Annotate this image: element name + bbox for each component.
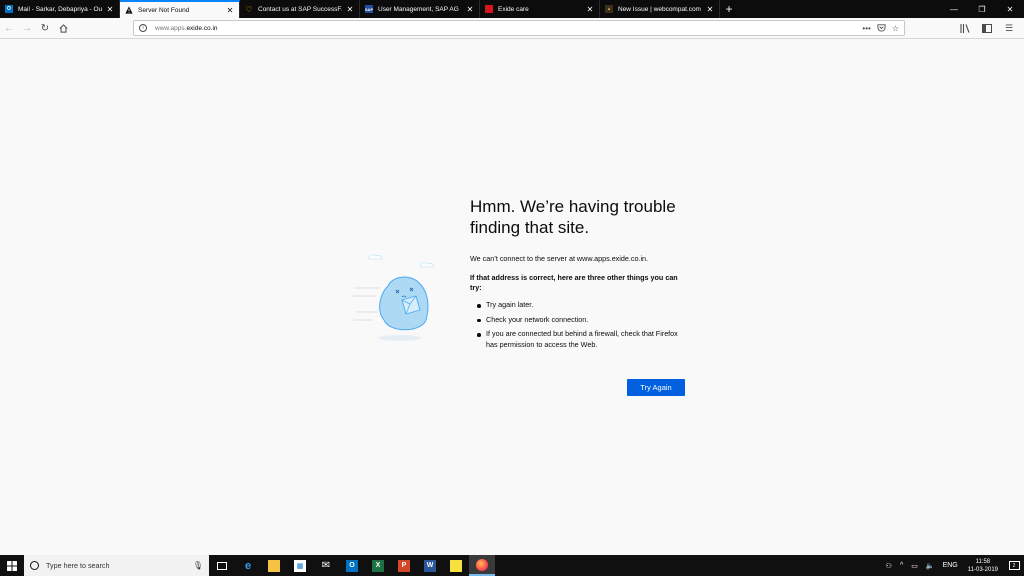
home-icon[interactable] <box>54 19 72 37</box>
info-icon[interactable]: i <box>139 24 147 32</box>
word-icon[interactable]: W <box>417 555 443 576</box>
taskbar-search-box[interactable]: Type here to search 🎙 <box>24 555 209 576</box>
mail-icon[interactable]: ✉ <box>313 555 339 576</box>
sap-heart-icon: ♡ <box>245 4 253 14</box>
back-arrow-icon[interactable]: ← <box>0 19 18 37</box>
windows-taskbar: Type here to search 🎙 e ▦ ✉ O X P W ⚇ ^ … <box>0 555 1024 576</box>
tab-strip: O Mail - Sarkar, Debapriya - Outlook ✕ S… <box>0 0 1024 18</box>
system-tray: ⚇ ^ ▭ 🔈 ENG 11:58 11-03-2019 2 <box>882 555 1024 576</box>
search-placeholder: Type here to search <box>46 561 110 570</box>
url-host: exide.co.in <box>186 24 218 32</box>
tab-webcompat[interactable]: ▴ New Issue | webcompat.com ✕ <box>600 0 720 18</box>
notification-count: 2 <box>1008 561 1020 570</box>
file-explorer-icon[interactable] <box>261 555 287 576</box>
window-controls: — ❐ ✕ <box>940 0 1024 18</box>
exide-icon <box>485 5 493 13</box>
hamburger-menu-icon[interactable]: ☰ <box>998 20 1020 36</box>
error-description: We can’t connect to the server at www.ap… <box>470 254 649 263</box>
close-tab-icon[interactable]: ✕ <box>586 5 594 14</box>
network-icon[interactable]: ▭ <box>911 562 918 570</box>
forward-arrow-icon[interactable]: → <box>18 19 36 37</box>
microphone-icon[interactable]: 🎙 <box>193 561 203 570</box>
url-text: www.apps.exide.co.in <box>155 25 856 32</box>
tab-title: User Management, SAP AG <box>378 5 459 13</box>
tab-title: Server Not Found <box>138 6 190 14</box>
url-prefix: www.apps. <box>155 24 187 32</box>
task-view-icon[interactable] <box>209 555 235 576</box>
close-tab-icon[interactable]: ✕ <box>466 5 474 14</box>
webcompat-icon: ▴ <box>605 5 613 13</box>
outlook-icon[interactable]: O <box>339 555 365 576</box>
tab-server-not-found[interactable]: Server Not Found ✕ <box>120 0 240 18</box>
store-icon[interactable]: ▦ <box>287 555 313 576</box>
error-subtitle: If that address is correct, here are thr… <box>470 273 678 292</box>
error-title: Hmm. We’re having trouble finding that s… <box>470 197 676 237</box>
tab-exide-care[interactable]: Exide care ✕ <box>480 0 600 18</box>
close-window-icon[interactable]: ✕ <box>996 0 1024 18</box>
notification-icon[interactable]: 2 <box>1004 561 1024 570</box>
sticky-notes-icon[interactable] <box>443 555 469 576</box>
sap-icon: SAP <box>364 5 374 13</box>
minimize-icon[interactable]: — <box>940 0 968 18</box>
close-tab-icon[interactable]: ✕ <box>226 6 234 15</box>
warning-icon <box>125 6 133 14</box>
tab-sap-successfactors[interactable]: ♡ Contact us at SAP SuccessFactors ✕ <box>240 0 360 18</box>
chevron-up-icon[interactable]: ^ <box>900 562 903 569</box>
excel-icon[interactable]: X <box>365 555 391 576</box>
pocket-icon[interactable] <box>877 23 886 34</box>
tab-title: Contact us at SAP SuccessFactors <box>258 5 342 13</box>
new-tab-button[interactable]: + <box>720 0 738 18</box>
outlook-icon: O <box>5 5 13 13</box>
navigation-toolbar: ← → ↻ i www.apps.exide.co.in ••• ☆ ☰ <box>0 18 1024 39</box>
tab-title: Exide care <box>498 5 529 13</box>
cortana-icon <box>30 561 39 570</box>
volume-icon[interactable]: 🔈 <box>926 562 935 570</box>
edge-icon[interactable]: e <box>235 555 261 576</box>
tab-outlook-mail[interactable]: O Mail - Sarkar, Debapriya - Outlook ✕ <box>0 0 120 18</box>
sidebar-icon[interactable] <box>976 20 998 36</box>
error-illustration <box>352 254 435 341</box>
windows-start-icon[interactable] <box>0 555 24 576</box>
bookmark-star-icon[interactable]: ☆ <box>892 24 899 33</box>
library-icon[interactable] <box>954 20 976 36</box>
list-item: If you are connected but behind a firewa… <box>476 329 686 350</box>
page-actions-icon[interactable]: ••• <box>862 24 870 33</box>
reload-icon[interactable]: ↻ <box>36 19 54 37</box>
try-again-button[interactable]: Try Again <box>627 379 685 396</box>
tab-title: Mail - Sarkar, Debapriya - Outlook <box>18 5 102 13</box>
clock[interactable]: 11:58 11-03-2019 <box>968 558 998 574</box>
firefox-icon[interactable] <box>469 555 495 576</box>
restore-icon[interactable]: ❐ <box>968 0 996 18</box>
clock-date: 11-03-2019 <box>967 566 998 573</box>
people-icon[interactable]: ⚇ <box>886 562 892 570</box>
tab-sap-user-management[interactable]: SAP User Management, SAP AG ✕ <box>360 0 480 18</box>
close-tab-icon[interactable]: ✕ <box>346 5 354 14</box>
list-item: Check your network connection. <box>476 315 686 326</box>
address-bar[interactable]: i www.apps.exide.co.in ••• ☆ <box>133 20 905 36</box>
close-tab-icon[interactable]: ✕ <box>106 5 114 14</box>
powerpoint-icon[interactable]: P <box>391 555 417 576</box>
clock-time: 11:58 <box>975 558 991 565</box>
tab-title: New Issue | webcompat.com <box>618 5 701 13</box>
suggestion-list: Try again later. Check your network conn… <box>476 300 686 354</box>
toolbar-right: ☰ <box>954 20 1020 36</box>
language-indicator[interactable]: ENG <box>943 562 958 569</box>
list-item: Try again later. <box>476 300 686 311</box>
close-tab-icon[interactable]: ✕ <box>706 5 714 14</box>
